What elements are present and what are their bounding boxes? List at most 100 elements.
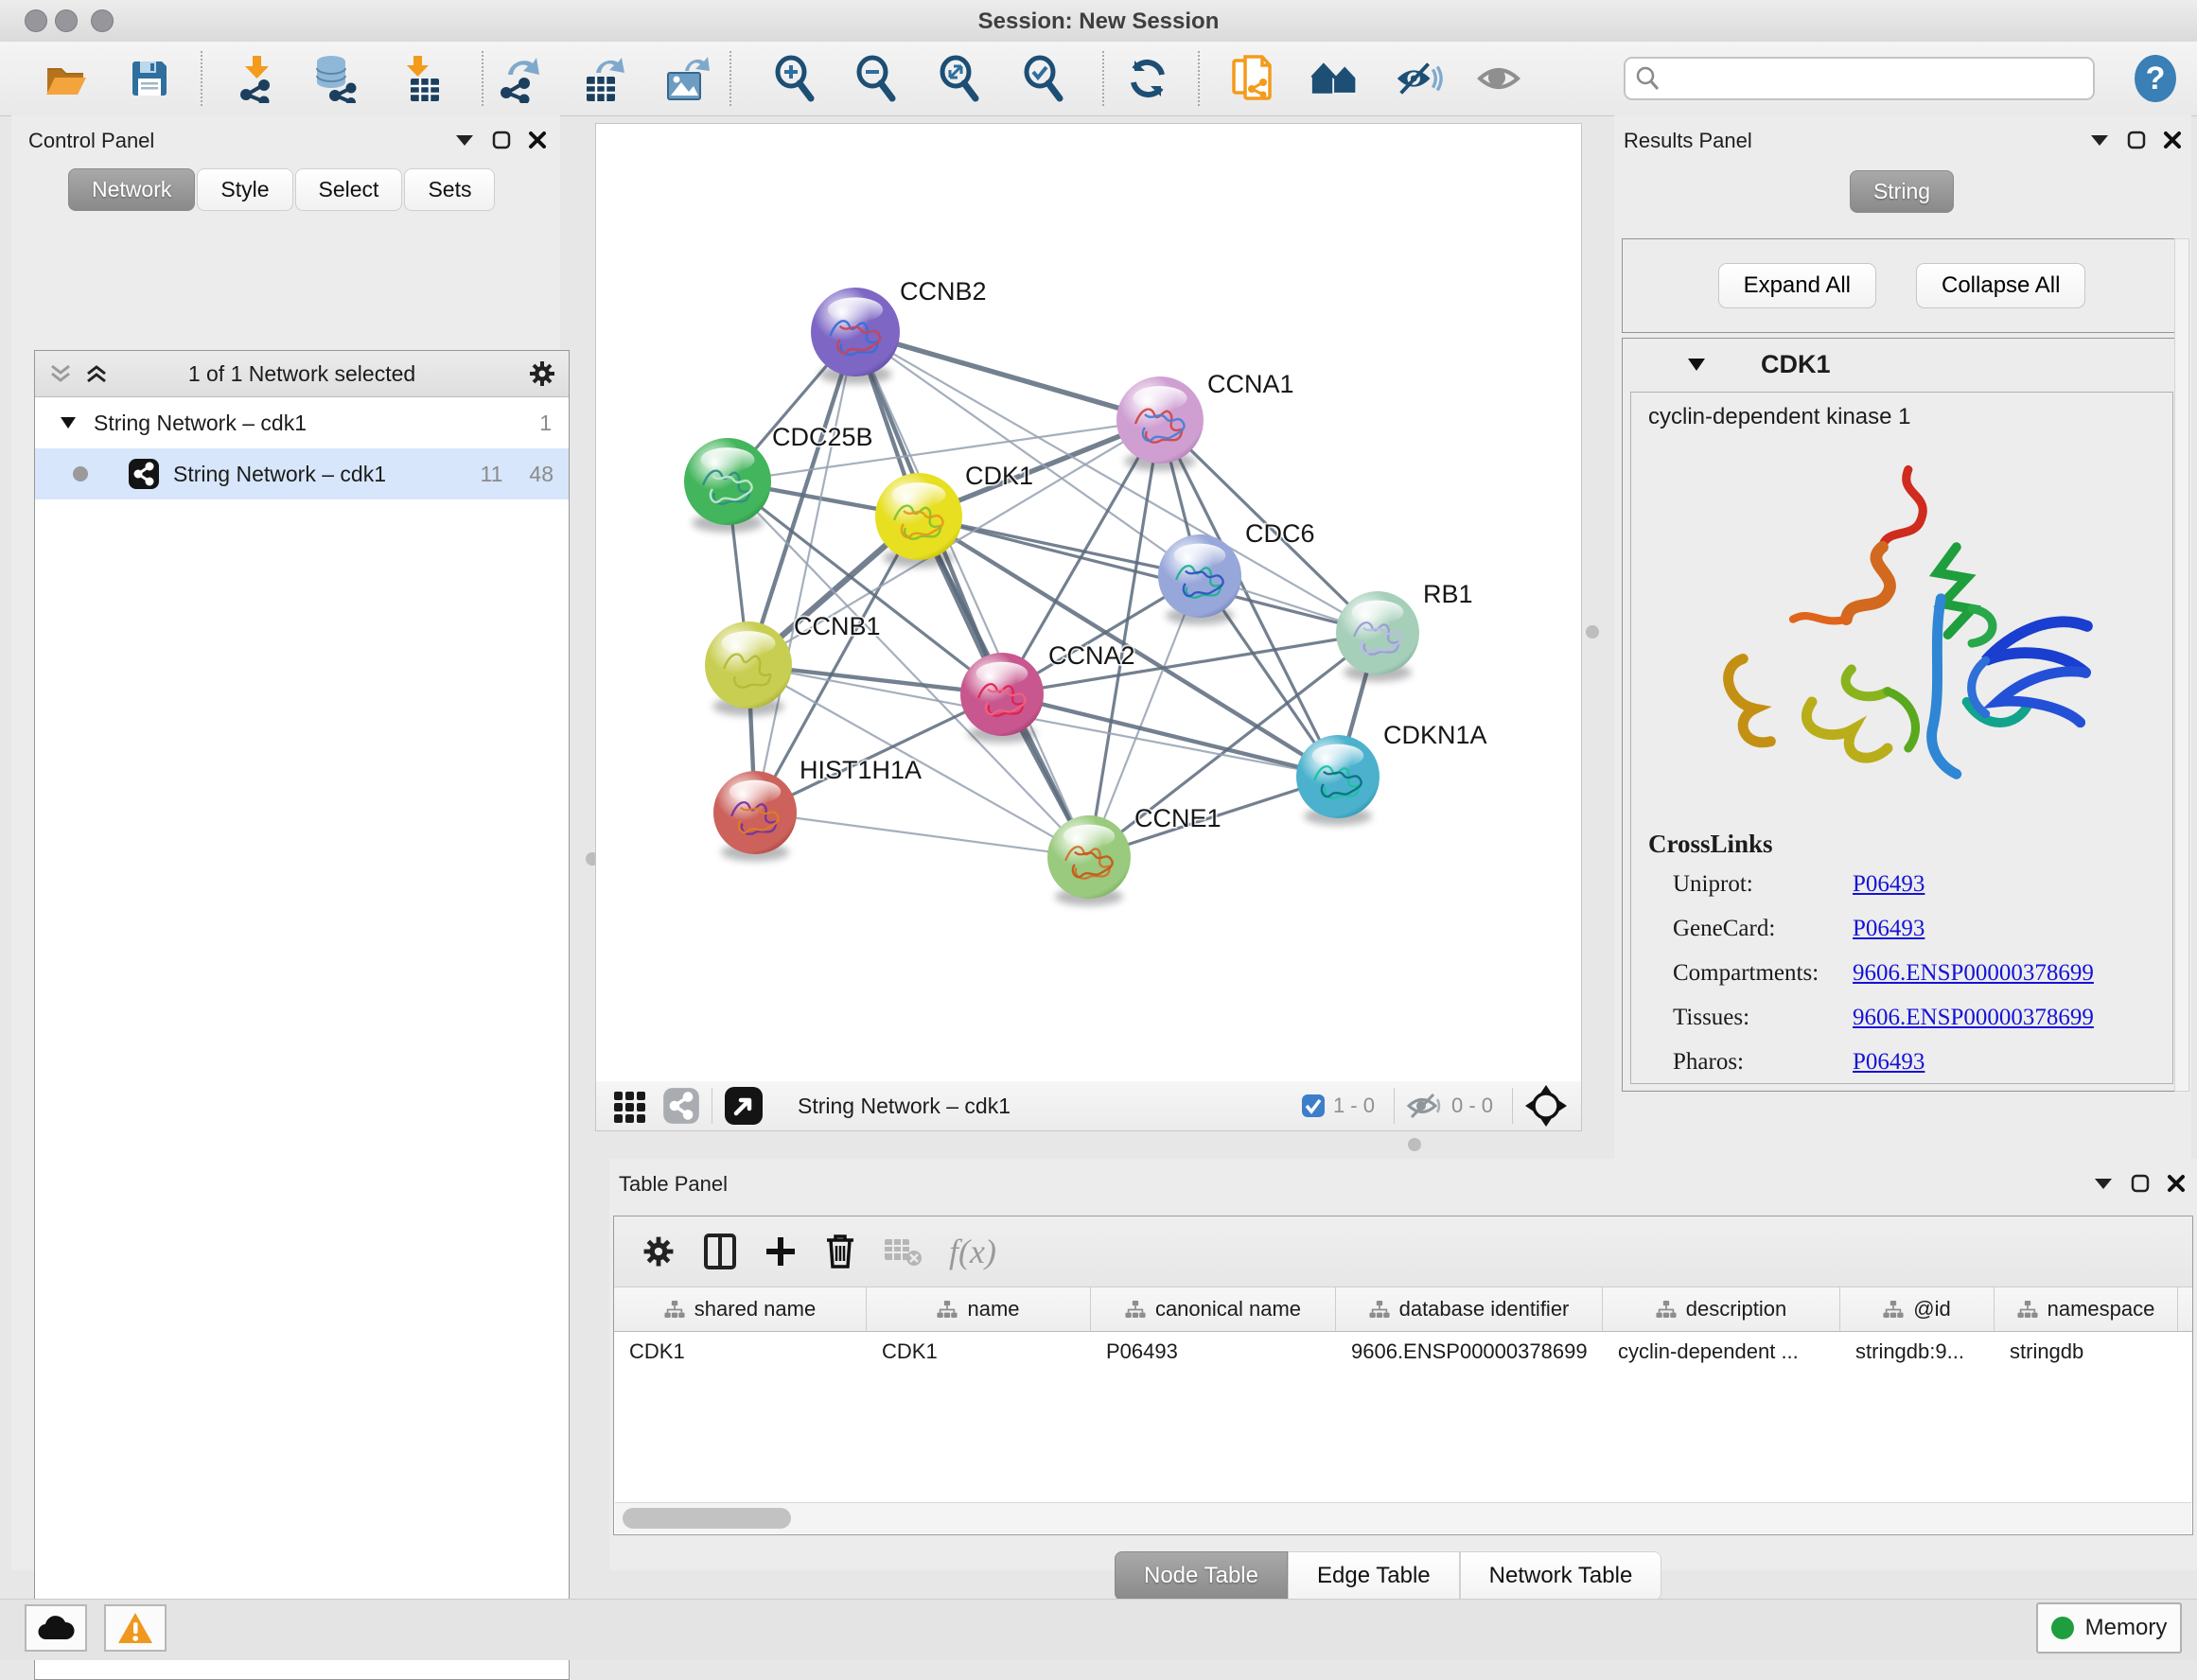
crosslink-link[interactable]: 9606.ENSP00000378699 — [1853, 1005, 2094, 1031]
panel-close-icon[interactable] — [2167, 1174, 2186, 1193]
delete-column-icon[interactable] — [824, 1233, 856, 1270]
table-row[interactable]: CDK1CDK1P064939606.ENSP00000378699cyclin… — [614, 1332, 2192, 1372]
panel-menu-icon[interactable] — [2093, 1177, 2114, 1190]
network-graph[interactable]: CCNB2CCNA1CDC25BCDK1CDC6RB1CCNB1CCNA2CDK… — [596, 124, 1581, 1081]
bottom-splitter-handle[interactable] — [1408, 1138, 1421, 1151]
show-columns-icon[interactable] — [703, 1233, 737, 1270]
panel-float-icon[interactable] — [2131, 1174, 2150, 1193]
apply-layout-button[interactable] — [1123, 54, 1172, 103]
show-all-button[interactable] — [1476, 54, 1525, 103]
node-RB1[interactable]: RB1 — [1336, 580, 1473, 681]
results-panel-title: Results Panel — [1624, 129, 1752, 153]
panel-float-icon[interactable] — [2127, 131, 2146, 149]
column-header-id[interactable]: @id — [1840, 1287, 1995, 1331]
clone-network-button[interactable] — [1227, 54, 1276, 103]
detach-view-icon[interactable] — [724, 1086, 764, 1126]
tree-expander-icon[interactable] — [60, 416, 77, 429]
node-CDC25B[interactable]: CDC25B — [684, 423, 873, 533]
column-header-databaseidentifier[interactable]: database identifier — [1336, 1287, 1603, 1331]
toolbar-search — [1624, 57, 2095, 100]
hidden-eye-icon[interactable] — [1406, 1092, 1444, 1120]
title-bar: Session: New Session — [0, 0, 2197, 43]
zoom-selected-button[interactable] — [1019, 54, 1068, 103]
birdseye-navigator-icon[interactable] — [1524, 1084, 1568, 1128]
node-CDC6[interactable]: CDC6 — [1158, 519, 1315, 624]
crosslink-link[interactable]: P06493 — [1853, 1049, 1925, 1076]
memory-button[interactable]: Memory — [2036, 1602, 2182, 1654]
network-row[interactable]: String Network – cdk1 11 48 — [35, 448, 569, 499]
panel-close-icon[interactable] — [528, 131, 547, 149]
node-label-CCNB1: CCNB1 — [794, 612, 881, 640]
node-CCNB2[interactable]: CCNB2 — [811, 277, 987, 384]
tab-network[interactable]: Network — [68, 168, 195, 211]
export-network-button[interactable] — [495, 54, 544, 103]
node-CDKN1A[interactable]: CDKN1A — [1296, 721, 1487, 825]
results-scrollbar[interactable] — [2174, 238, 2189, 1092]
panel-float-icon[interactable] — [492, 131, 511, 149]
tab-select[interactable]: Select — [295, 168, 403, 211]
node-CDK1[interactable]: CDK1 — [875, 462, 1033, 568]
node-card-header[interactable]: CDK1 — [1623, 339, 2181, 390]
node-card-body: cyclin-dependent kinase 1 — [1630, 392, 2173, 1084]
node-label-CCNB2: CCNB2 — [900, 277, 987, 306]
collapse-all-button[interactable]: Collapse All — [1916, 263, 2085, 308]
table-cell: CDK1 — [614, 1332, 867, 1372]
table-options-gear-icon[interactable] — [641, 1234, 677, 1269]
table-body: CDK1CDK1P064939606.ENSP00000378699cyclin… — [614, 1332, 2192, 1372]
column-header-sharedname[interactable]: shared name — [614, 1287, 867, 1331]
node-CCNE1[interactable]: CCNE1 — [1047, 804, 1222, 905]
zoom-in-button[interactable] — [770, 54, 819, 103]
help-button[interactable]: ? — [2131, 54, 2180, 108]
right-splitter-handle[interactable] — [1586, 625, 1599, 639]
tab-string[interactable]: String — [1850, 170, 1954, 213]
column-header-description[interactable]: description — [1603, 1287, 1840, 1331]
import-table-button[interactable] — [397, 54, 447, 103]
zoom-fit-button[interactable] — [935, 54, 984, 103]
selected-checkbox-icon[interactable] — [1301, 1094, 1326, 1118]
edge-HIST1H1A-CCNE1 — [755, 813, 1089, 857]
zoom-selected-icon — [1021, 55, 1066, 102]
crosslink-link[interactable]: P06493 — [1853, 916, 1925, 942]
panel-close-icon[interactable] — [2163, 131, 2182, 149]
tab-edge-table[interactable]: Edge Table — [1288, 1551, 1460, 1601]
grid-view-icon[interactable] — [611, 1087, 649, 1125]
export-table-button[interactable] — [578, 54, 627, 103]
card-collapse-icon[interactable] — [1687, 358, 1706, 372]
crosslink-link[interactable]: P06493 — [1853, 871, 1925, 898]
network-collection-row[interactable]: String Network – cdk1 1 — [35, 397, 569, 448]
table-hscroll-thumb[interactable] — [623, 1508, 791, 1529]
export-image-button[interactable] — [662, 54, 712, 103]
warning-status-button[interactable] — [104, 1604, 167, 1652]
expand-all-button[interactable]: Expand All — [1718, 263, 1876, 308]
table-header-row: shared namenamecanonical namedatabase id… — [614, 1287, 2192, 1332]
column-header-canonicalname[interactable]: canonical name — [1091, 1287, 1336, 1331]
open-session-button[interactable] — [42, 54, 91, 103]
node-CCNA1[interactable]: CCNA1 — [1116, 370, 1294, 471]
zoom-out-button[interactable] — [852, 54, 901, 103]
column-header-name[interactable]: name — [867, 1287, 1091, 1331]
node-HIST1H1A[interactable]: HIST1H1A — [713, 756, 922, 861]
save-session-button[interactable] — [125, 54, 174, 103]
search-input[interactable] — [1667, 65, 2083, 92]
network-canvas[interactable]: CCNB2CCNA1CDC25BCDK1CDC6RB1CCNB1CCNA2CDK… — [595, 123, 1582, 1082]
tree-options-gear-icon[interactable] — [527, 359, 557, 389]
tab-network-table[interactable]: Network Table — [1460, 1551, 1662, 1601]
tab-style[interactable]: Style — [197, 168, 292, 211]
tab-sets[interactable]: Sets — [404, 168, 495, 211]
column-header-namespace[interactable]: namespace — [1995, 1287, 2178, 1331]
search-icon — [1635, 66, 1660, 91]
first-neighbors-button[interactable] — [1310, 54, 1360, 103]
warning-icon — [116, 1611, 154, 1645]
string-view-icon[interactable] — [662, 1087, 700, 1125]
footer-separator — [1394, 1088, 1395, 1124]
table-hscrollbar[interactable] — [615, 1502, 2191, 1533]
import-network-from-database-button[interactable] — [310, 54, 360, 103]
panel-menu-icon[interactable] — [2089, 133, 2110, 147]
hide-selected-button[interactable] — [1394, 54, 1443, 103]
tab-node-table[interactable]: Node Table — [1115, 1551, 1288, 1601]
import-network-button[interactable] — [233, 54, 282, 103]
crosslink-link[interactable]: 9606.ENSP00000378699 — [1853, 960, 2094, 987]
create-column-icon[interactable] — [764, 1234, 798, 1269]
cloud-status-button[interactable] — [25, 1604, 87, 1652]
panel-menu-icon[interactable] — [454, 133, 475, 147]
